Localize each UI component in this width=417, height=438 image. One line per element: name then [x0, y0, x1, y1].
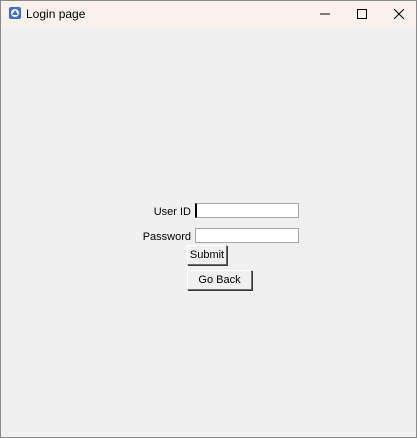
login-window: Login page User ID Password Submit Go Ba…: [0, 0, 417, 438]
close-button[interactable]: [381, 1, 416, 27]
user-id-label: User ID: [153, 206, 191, 218]
window-title: Login page: [26, 7, 86, 21]
password-input[interactable]: [195, 228, 299, 243]
minimize-icon: [320, 9, 330, 19]
client-area: User ID Password Submit Go Back: [1, 27, 416, 437]
tk-feather-icon: [8, 6, 22, 20]
submit-button[interactable]: Submit: [187, 245, 227, 265]
password-label: Password: [142, 231, 191, 243]
close-icon: [394, 9, 404, 19]
user-id-input[interactable]: [195, 203, 299, 218]
maximize-icon: [357, 9, 367, 19]
maximize-button[interactable]: [344, 1, 380, 27]
go-back-button[interactable]: Go Back: [187, 270, 252, 290]
title-bar[interactable]: Login page: [1, 1, 416, 27]
minimize-button[interactable]: [307, 1, 343, 27]
